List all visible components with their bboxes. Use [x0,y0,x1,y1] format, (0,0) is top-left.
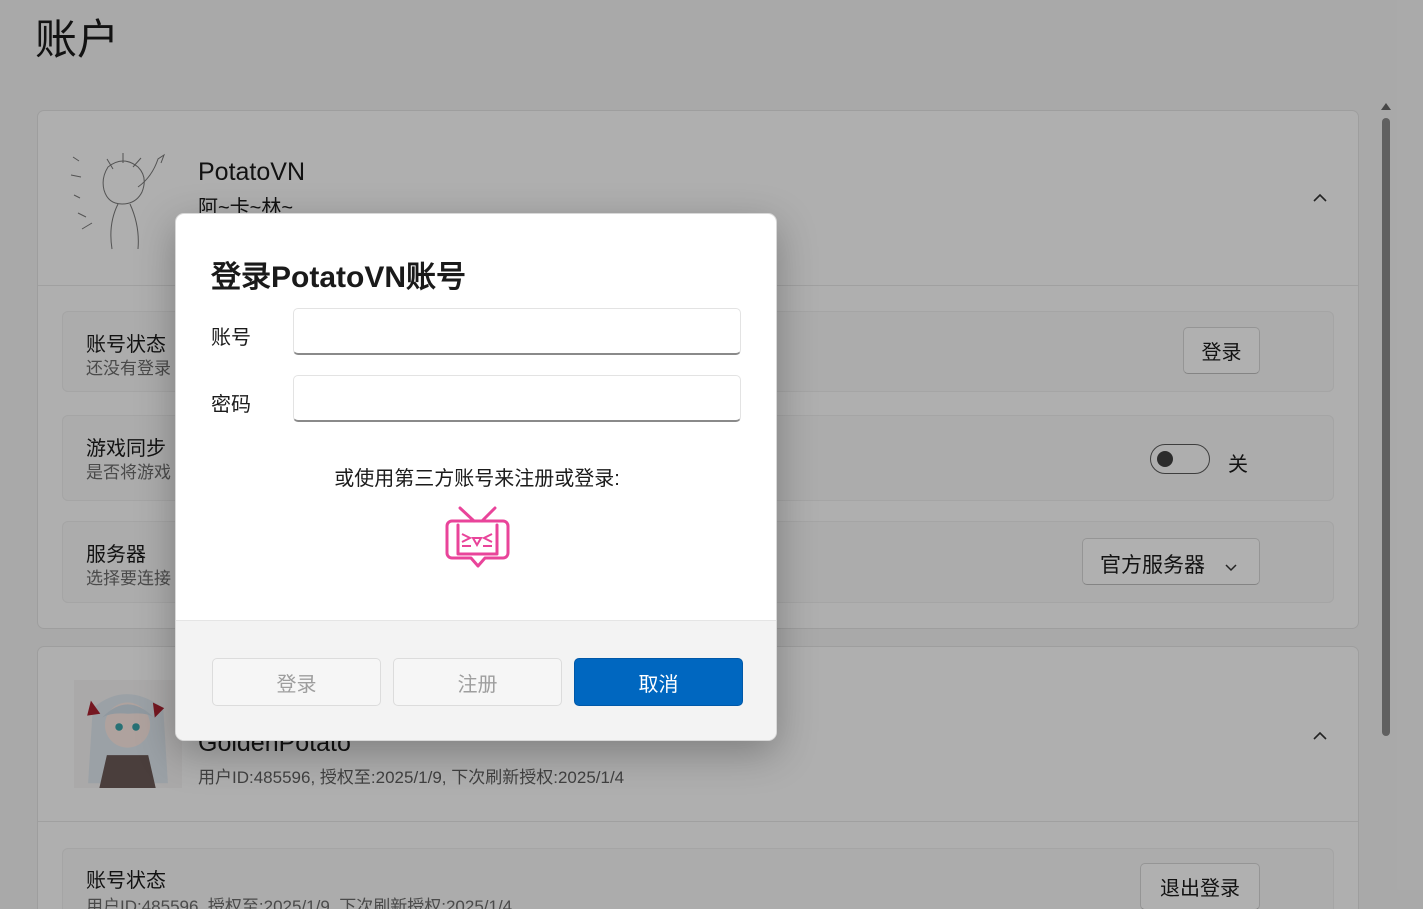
bilibili-tv-icon[interactable] [444,506,510,574]
dialog-register-button[interactable]: 注册 [393,658,562,706]
account-input[interactable] [293,308,741,355]
dialog-footer: 登录 注册 取消 [176,620,776,740]
third-party-hint: 或使用第三方账号来注册或登录: [334,468,620,490]
password-label: 密码 [211,394,251,416]
account-label: 账号 [211,327,251,349]
dialog-title: 登录PotatoVN账号 [211,261,466,294]
dialog-cancel-button[interactable]: 取消 [574,658,743,706]
login-dialog: 登录PotatoVN账号 账号 密码 或使用第三方账号来注册或登录: 登录 注册… [175,213,777,741]
dialog-login-button[interactable]: 登录 [212,658,381,706]
password-input[interactable] [293,375,741,422]
